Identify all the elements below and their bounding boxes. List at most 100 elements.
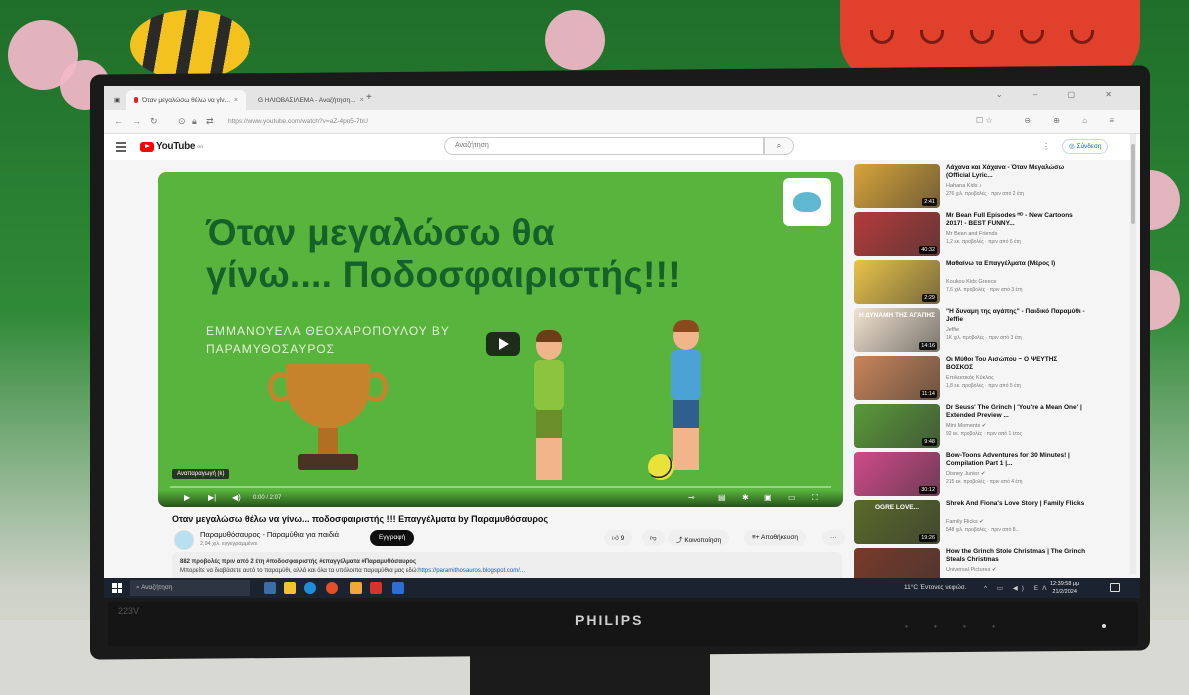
- tab-google-search[interactable]: G ΗΛΙΟΒΑΣΙΛΕΜΑ - Αναζήτηση... ×: [250, 90, 364, 110]
- recommendation-thumbnail[interactable]: 30:12: [854, 452, 940, 496]
- youtube-favicon-icon: [134, 97, 139, 103]
- close-icon[interactable]: ×: [234, 97, 238, 104]
- more-actions-button[interactable]: ···: [822, 530, 845, 546]
- description-meta: 882 προβολές πριν από 2 έτη #ποδοσφαιρισ…: [180, 559, 417, 565]
- progress-bar[interactable]: [170, 486, 831, 488]
- share-button[interactable]: ⤴ Κοινοποίηση: [668, 530, 730, 546]
- settings-gear-icon[interactable]: ✱: [742, 493, 749, 502]
- hamburger-menu-icon[interactable]: [116, 142, 126, 154]
- close-icon[interactable]: ×: [360, 97, 364, 104]
- recommendation-title[interactable]: Bow-Toons Adventures for 30 Minutes! | C…: [946, 452, 1086, 468]
- permissions-icon[interactable]: ⇄: [206, 116, 214, 127]
- toolbar-icons[interactable]: ⊖ ⊕ ⌂ ≡: [1024, 116, 1124, 125]
- edge-icon[interactable]: [304, 582, 316, 594]
- url-input[interactable]: https://www.youtube.com/watch?v=aZ-4pn5-…: [224, 115, 784, 130]
- weather-widget[interactable]: 11°C Έντονες νεφώσ.: [904, 584, 967, 591]
- recommendation-title[interactable]: How the Grinch Stole Christmas | The Gri…: [946, 548, 1086, 564]
- task-view-icon[interactable]: [264, 582, 276, 594]
- recommendation-channel[interactable]: Επιλεκτικός Κύκλος: [946, 375, 994, 381]
- recommendation-thumbnail[interactable]: Η ΔΥΝΑΜΗ ΤΗΣ ΑΓΑΠΗΣ 14:16: [854, 308, 940, 352]
- recommendation-title[interactable]: Mr Bean Full Episodes ᴴᴰ - New Cartoons …: [946, 212, 1086, 228]
- video-frame-title-line: γίνω.... Ποδοσφαιριστής!!!: [206, 254, 681, 295]
- description-link[interactable]: https://paramithosauros.blogspot.com/...: [418, 568, 525, 574]
- recommendation-channel[interactable]: Universal Pictures ✔: [946, 567, 996, 573]
- file-explorer-icon[interactable]: [284, 582, 296, 594]
- app-icon[interactable]: [350, 582, 362, 594]
- app-icon[interactable]: [370, 582, 382, 594]
- page-scrollbar[interactable]: [1130, 134, 1136, 574]
- bookmark-star-icon[interactable]: ☐ ☆: [976, 116, 993, 125]
- recommendation-thumbnail[interactable]: 40:32: [854, 212, 940, 256]
- recommendation-channel[interactable]: Family Flicks ✔: [946, 519, 984, 525]
- fullscreen-icon[interactable]: ⛶: [812, 493, 818, 503]
- recommendation-channel[interactable]: Jeffie: [946, 327, 959, 333]
- window-controls[interactable]: ⌄ – ▢ ✕: [996, 90, 1126, 99]
- taskbar-search-label: Αναζήτηση: [141, 584, 173, 591]
- recommendation-item[interactable]: OGRE LOVE... 19:26 Shrek And Fiona's Love …: [854, 500, 1134, 546]
- theater-mode-icon[interactable]: ▭: [788, 493, 796, 502]
- notifications-icon[interactable]: [1110, 583, 1120, 592]
- new-tab-button[interactable]: +: [366, 92, 372, 103]
- word-icon[interactable]: [392, 582, 404, 594]
- tab-sidebar-icon[interactable]: ▣: [106, 90, 128, 110]
- recommendation-thumbnail[interactable]: 9:48: [854, 404, 940, 448]
- forward-icon[interactable]: →: [132, 116, 141, 126]
- monitor-buttons[interactable]: • • • •: [905, 622, 1007, 631]
- video-title: Οταν μεγαλώσω θέλω να γίνω... ποδοσφαιρι…: [172, 514, 549, 524]
- like-count: 9: [620, 535, 625, 542]
- trophy-illustration: [286, 364, 370, 428]
- recommendation-item[interactable]: 2:41 Λάχανα και Χάχανα - Όταν Μεγαλώσω (O…: [854, 164, 1134, 210]
- subtitles-icon[interactable]: ▤: [718, 493, 726, 502]
- volume-icon[interactable]: ◀): [232, 493, 241, 502]
- taskbar-search[interactable]: ⌕ Αναζήτηση: [130, 580, 250, 596]
- recommendation-title[interactable]: "Η δυναμη της αγάπης" - Παιδικό Παραμύθι…: [946, 308, 1086, 324]
- miniplayer-icon[interactable]: ▣: [764, 493, 772, 502]
- like-button[interactable]: 👍︎ 9: [604, 530, 633, 546]
- autoplay-toggle-icon[interactable]: ⊸: [688, 493, 695, 502]
- recommendation-channel[interactable]: Mr Bean and Friends: [946, 231, 997, 237]
- more-options-icon[interactable]: ⋮: [1042, 142, 1050, 151]
- clock[interactable]: 12:39:58 μμ 21/2/2024: [1050, 580, 1079, 596]
- browser-tab-bar: ▣ Όταν μεγαλώσω θέλω να γίν... × G ΗΛΙΟΒ…: [104, 86, 1140, 110]
- recommendation-title[interactable]: Λάχανα και Χάχανα - Όταν Μεγαλώσω (Offic…: [946, 164, 1086, 180]
- system-tray[interactable]: ^ ▭ ◀) ΕΛ: [984, 584, 1050, 592]
- recommendation-title[interactable]: Οι Μύθοι Του Αισώπου ~ Ο ΨΕΥΤΗΣ ΒΟΣΚΟΣ: [946, 356, 1086, 372]
- back-icon[interactable]: ←: [114, 116, 123, 126]
- tab-youtube[interactable]: Όταν μεγαλώσω θέλω να γίν... ×: [126, 90, 246, 110]
- recommendation-title[interactable]: Μαθαίνω τα Επαγγέλματα (Μέρος Ι): [946, 260, 1086, 268]
- video-player[interactable]: Όταν μεγαλώσω θα γίνω.... Ποδοσφαιριστής…: [158, 172, 843, 507]
- search-icon[interactable]: ⌕: [764, 137, 794, 155]
- recommendation-channel[interactable]: Koukou Kids Greece: [946, 279, 996, 285]
- next-icon[interactable]: ▶|: [208, 493, 216, 502]
- play-button-overlay-icon[interactable]: [486, 332, 520, 356]
- recommendation-channel[interactable]: Disney Junior ✔: [946, 471, 985, 477]
- subscribe-button[interactable]: Εγγραφή: [370, 530, 414, 546]
- reload-icon[interactable]: ↻: [150, 116, 158, 127]
- windows-start-icon[interactable]: [112, 583, 122, 593]
- recommendation-thumbnail[interactable]: OGRE LOVE... 19:26: [854, 500, 940, 544]
- channel-name[interactable]: Παραμυθόσαυρος - Παραμύθια για παιδιά: [200, 530, 339, 539]
- recommendation-thumbnail[interactable]: 2:41: [854, 164, 940, 208]
- firefox-icon[interactable]: [326, 582, 338, 594]
- search-input[interactable]: Αναζήτηση: [444, 137, 764, 155]
- lock-icon[interactable]: 🔒︎: [192, 116, 197, 127]
- play-icon[interactable]: ▶: [184, 493, 190, 502]
- recommendation-item[interactable]: 30:12 Bow-Toons Adventures for 30 Minutes…: [854, 452, 1134, 498]
- recommendation-thumbnail[interactable]: 2:29: [854, 260, 940, 304]
- recommendation-title[interactable]: Shrek And Fiona's Love Story | Family Fl…: [946, 500, 1086, 508]
- save-button[interactable]: ≡+ Αποθήκευση: [744, 530, 806, 546]
- recommendation-thumbnail[interactable]: 11:14: [854, 356, 940, 400]
- recommendation-item[interactable]: 40:32 Mr Bean Full Episodes ᴴᴰ - New Cart…: [854, 212, 1134, 258]
- recommendation-item[interactable]: 11:14 Οι Μύθοι Του Αισώπου ~ Ο ΨΕΥΤΗΣ ΒΟΣ…: [854, 356, 1134, 402]
- shield-icon[interactable]: ⊙: [178, 116, 186, 127]
- recommendation-item[interactable]: 9:48 Dr Seuss' The Grinch | 'You're a Mea…: [854, 404, 1134, 450]
- recommendation-channel[interactable]: Hahana Kids ♪: [946, 183, 982, 189]
- channel-avatar[interactable]: [174, 530, 194, 550]
- recommendation-channel[interactable]: Mini Moments ✔: [946, 423, 986, 429]
- recommendation-item[interactable]: 2:29 Μαθαίνω τα Επαγγέλματα (Μέρος Ι) Kouk…: [854, 260, 1134, 306]
- sign-in-button[interactable]: ◎ Σύνδεση: [1062, 139, 1109, 154]
- recommendation-item[interactable]: Η ΔΥΝΑΜΗ ΤΗΣ ΑΓΑΠΗΣ 14:16 "Η δυναμη της αγ…: [854, 308, 1134, 354]
- recommendation-title[interactable]: Dr Seuss' The Grinch | 'You're a Mean On…: [946, 404, 1086, 420]
- youtube-logo[interactable]: YouTube GR: [140, 141, 203, 152]
- dislike-button[interactable]: 👎︎: [642, 530, 665, 546]
